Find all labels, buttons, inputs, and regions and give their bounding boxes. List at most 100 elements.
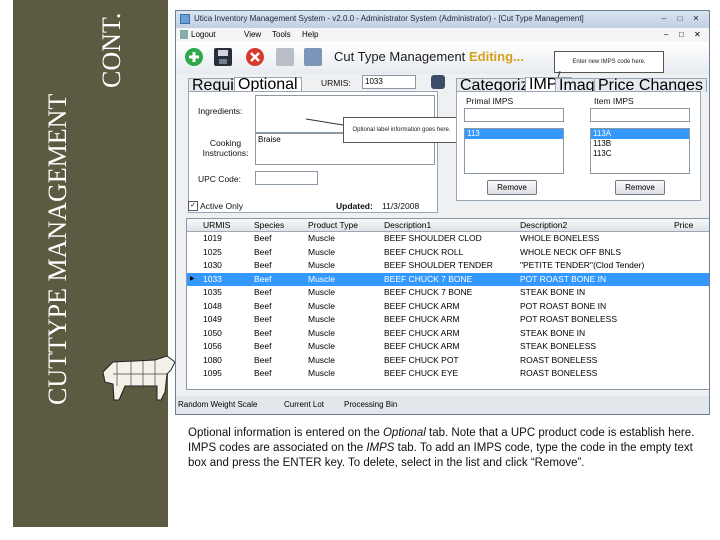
add-icon[interactable]: [185, 48, 203, 66]
app-icon: [180, 14, 190, 24]
table-cell: 1048: [203, 300, 222, 311]
cooking-label: Cooking Instructions:: [202, 138, 249, 158]
binoculars-icon[interactable]: [431, 75, 445, 89]
menu-tools[interactable]: Tools: [272, 30, 291, 39]
caption-part: IMPS: [366, 442, 395, 454]
inner-close-button[interactable]: ✕: [694, 30, 701, 39]
table-cell: Muscle: [308, 260, 335, 270]
upc-label: UPC Code:: [198, 174, 241, 184]
list-item[interactable]: 113C: [591, 149, 689, 159]
table-cell: Muscle: [308, 246, 335, 257]
logout-icon: [180, 30, 188, 39]
column-header[interactable]: Product Type: [308, 219, 358, 231]
caption-part: Optional information is entered on the: [188, 427, 383, 439]
x-icon: [250, 52, 260, 62]
table-cell: Beef: [254, 233, 272, 243]
screen-title: Cut Type Management: [334, 49, 466, 64]
table-cell: Muscle: [308, 287, 335, 297]
list-item[interactable]: 113: [465, 129, 563, 139]
primal-imps-list[interactable]: 113: [464, 128, 564, 174]
table-cell: Beef: [254, 260, 272, 270]
plus-icon: [189, 52, 199, 62]
maximize-button[interactable]: □: [674, 14, 686, 24]
list-item[interactable]: 113B: [591, 139, 689, 149]
inner-minimize-button[interactable]: –: [664, 30, 668, 39]
table-row[interactable]: 1080 Beef Muscle BEEF CHUCK POT ROAST BONELE…: [187, 354, 709, 367]
table-cell: Muscle: [308, 341, 335, 351]
table-row[interactable]: 1048 Beef Muscle BEEF CHUCK ARM POT ROAST BO…: [187, 300, 709, 313]
caption-text: Optional information is entered on the O…: [188, 426, 708, 471]
status-random-weight[interactable]: Random Weight Scale: [178, 400, 257, 409]
column-header[interactable]: Species: [254, 219, 284, 231]
report-icon[interactable]: [304, 48, 322, 66]
table-cell: STEAK BONE IN: [520, 287, 586, 297]
table-row[interactable]: 1095 Beef Muscle BEEF CHUCK EYE ROAST BONELE…: [187, 367, 709, 380]
item-imps-list[interactable]: 113A 113B 113C: [590, 128, 690, 174]
item-remove-button[interactable]: Remove: [615, 180, 665, 195]
item-imps-input[interactable]: [590, 108, 690, 122]
column-header[interactable]: Description1: [384, 219, 431, 231]
status-processing-bin[interactable]: Processing Bin: [344, 400, 397, 409]
primal-imps-label: Primal IMPS: [466, 96, 514, 106]
table-row[interactable]: 1035 Beef Muscle BEEF CHUCK 7 BONE STEAK BON…: [187, 286, 709, 299]
table-row[interactable]: 1049 Beef Muscle BEEF CHUCK ARM POT ROAST BO…: [187, 313, 709, 326]
table-cell: Muscle: [308, 233, 335, 243]
table-cell: 1019: [203, 233, 222, 243]
window-title: Utica Inventory Management System - v2.0…: [194, 14, 584, 23]
table-row[interactable]: 1030 Beef Muscle BEEF SHOULDER TENDER "PETIT…: [187, 259, 709, 272]
cut-type-grid[interactable]: URMIS Species Product Type Description1 …: [186, 218, 709, 390]
cow-cuts-icon: [102, 355, 176, 401]
column-header[interactable]: Price: [674, 219, 709, 231]
table-cell: BEEF CHUCK 7 BONE: [384, 273, 473, 284]
active-only-checkbox[interactable]: ✓: [188, 201, 198, 211]
inner-maximize-button[interactable]: □: [679, 30, 684, 39]
list-item[interactable]: 113A: [591, 129, 689, 139]
slide-title: CUTTYPE MANAGEMENT: [43, 93, 72, 405]
table-cell: BEEF CHUCK ARM: [384, 300, 460, 311]
floppy-icon: [218, 50, 228, 64]
urmis-field[interactable]: 1033: [362, 75, 416, 89]
upc-field[interactable]: [255, 171, 318, 185]
table-cell: BEEF CHUCK ARM: [384, 314, 460, 324]
status-current-lot[interactable]: Current Lot: [284, 400, 324, 409]
menu-logout[interactable]: Logout: [191, 30, 215, 39]
menu-view[interactable]: View: [244, 30, 261, 39]
optional-callout-line: [306, 118, 344, 126]
table-cell: 1025: [203, 246, 222, 257]
table-row[interactable]: 1025 Beef Muscle BEEF CHUCK ROLL WHOLE NECK …: [187, 246, 709, 259]
save-icon[interactable]: [214, 48, 232, 66]
table-cell: ROAST BONELESS: [520, 354, 598, 365]
table-row[interactable]: 1056 Beef Muscle BEEF CHUCK ARM STEAK BONELE…: [187, 340, 709, 353]
close-button[interactable]: ✕: [690, 14, 702, 24]
tab-optional[interactable]: Optional: [234, 77, 302, 93]
primal-imps-input[interactable]: [464, 108, 564, 122]
table-row[interactable]: 1019 Beef Muscle BEEF SHOULDER CLOD WHOLE BO…: [187, 232, 709, 245]
table-cell: Muscle: [308, 314, 335, 324]
tab-price-changes[interactable]: Price Changes: [594, 78, 707, 94]
slide-title-cont: CONT.: [97, 12, 126, 88]
table-cell: BEEF CHUCK ROLL: [384, 246, 464, 257]
table-row[interactable]: ▶ 1033 Beef Muscle BEEF CHUCK 7 BONE POT ROAS…: [187, 272, 709, 286]
window-titlebar: Utica Inventory Management System - v2.0…: [176, 11, 709, 28]
delete-icon[interactable]: [246, 48, 264, 66]
grid-header: URMIS Species Product Type Description1 …: [187, 219, 709, 232]
item-imps-label: Item IMPS: [594, 96, 634, 106]
table-row[interactable]: 1050 Beef Muscle BEEF CHUCK ARM STEAK BONE I…: [187, 327, 709, 340]
table-cell: 1035: [203, 287, 222, 297]
minimize-button[interactable]: –: [658, 14, 670, 24]
primal-remove-button[interactable]: Remove: [487, 180, 537, 195]
sidebar-panel: CUTTYPE MANAGEMENT CONT.: [13, 0, 176, 527]
app-window: Utica Inventory Management System - v2.0…: [175, 10, 710, 415]
menu-bar: Logout View Tools Help – □ ✕: [176, 28, 709, 42]
column-header[interactable]: URMIS: [203, 219, 230, 231]
column-header[interactable]: Description2: [520, 219, 567, 231]
table-cell: BEEF CHUCK POT: [384, 354, 459, 365]
table-cell: BEEF SHOULDER TENDER: [384, 260, 493, 270]
caption-part: Optional: [382, 427, 426, 439]
table-cell: Beef: [254, 368, 272, 378]
menu-help[interactable]: Help: [302, 30, 318, 39]
status-bar: Random Weight Scale Current Lot Processi…: [176, 396, 709, 414]
table-cell: Muscle: [308, 300, 335, 311]
print-icon[interactable]: [276, 48, 294, 66]
active-only-label: Active Only: [200, 201, 243, 211]
